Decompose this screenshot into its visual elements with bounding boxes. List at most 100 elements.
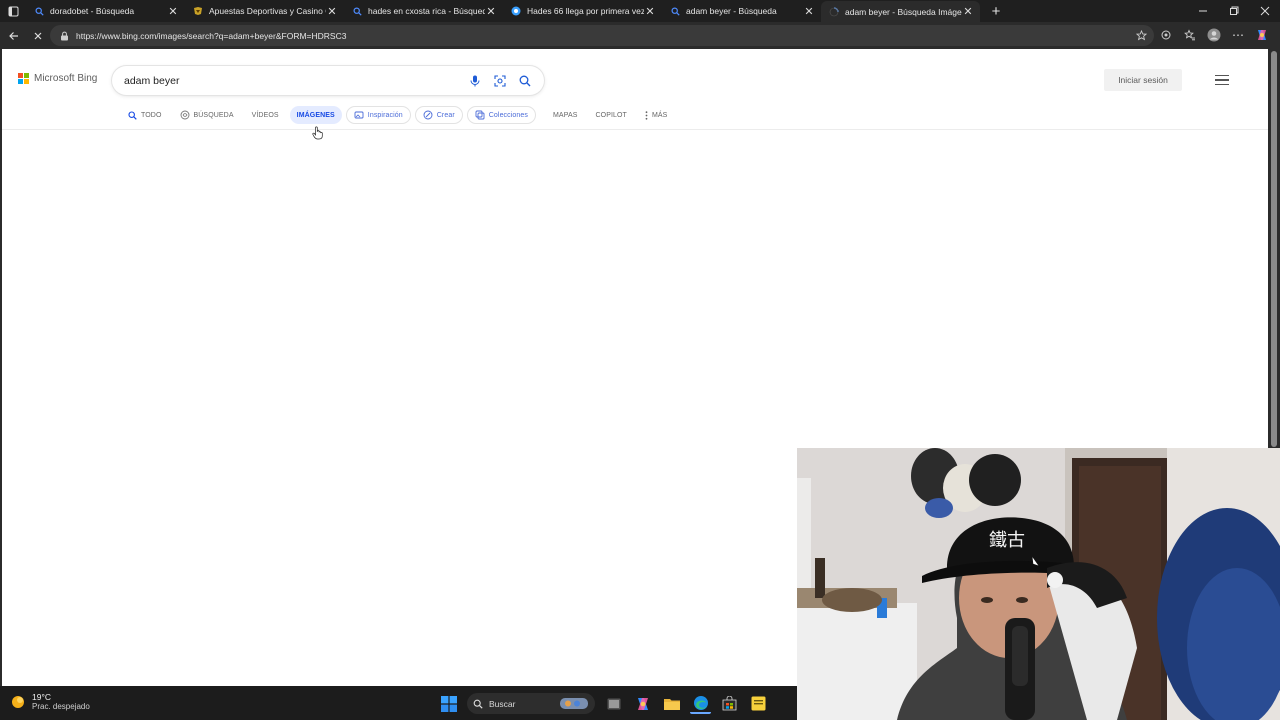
back-arrow-icon bbox=[9, 31, 18, 40]
tab-title: adam beyer - Búsqueda bbox=[686, 6, 777, 16]
microsoft-logo-icon bbox=[18, 73, 29, 84]
task-view-icon[interactable] bbox=[603, 693, 624, 714]
edge-browser-icon[interactable] bbox=[690, 693, 711, 714]
close-icon[interactable]: ✕ bbox=[803, 5, 815, 18]
scope-videos[interactable]: VÍDEOS bbox=[245, 106, 286, 124]
close-icon[interactable]: ✕ bbox=[485, 5, 497, 18]
browser-tab-active[interactable]: adam beyer - Búsqueda Imágene ✕ bbox=[821, 1, 980, 22]
tab-title: Hades 66 llega por primera vez a bbox=[527, 6, 644, 16]
close-window-icon[interactable] bbox=[1249, 0, 1280, 22]
sticky-notes-icon[interactable] bbox=[748, 693, 769, 714]
browser-tab[interactable]: Apuestas Deportivas y Casino Onl ✕ bbox=[185, 0, 344, 22]
scope-busqueda[interactable]: BÚSQUEDA bbox=[173, 106, 241, 124]
scope-label: Crear bbox=[436, 111, 455, 119]
restore-icon[interactable] bbox=[1218, 0, 1249, 22]
file-explorer-icon[interactable] bbox=[661, 693, 682, 714]
search-icon bbox=[127, 110, 137, 120]
close-icon[interactable]: ✕ bbox=[962, 6, 974, 18]
scope-label: BÚSQUEDA bbox=[193, 111, 234, 119]
new-tab-button[interactable]: + bbox=[986, 1, 1006, 21]
scope-copilot[interactable]: COPILOT bbox=[589, 106, 634, 124]
scrollbar-thumb[interactable] bbox=[1271, 51, 1277, 447]
hamburger-menu-icon[interactable] bbox=[1214, 73, 1230, 87]
back-button[interactable] bbox=[2, 25, 26, 47]
svg-text:鐵古: 鐵古 bbox=[989, 530, 1025, 551]
favorites-icon[interactable] bbox=[1180, 24, 1200, 46]
search-icon bbox=[670, 6, 680, 16]
tab-title: doradobet - Búsqueda bbox=[50, 6, 135, 16]
scope-todo[interactable]: TODO bbox=[120, 106, 169, 124]
tab-title: adam beyer - Búsqueda Imágene bbox=[845, 6, 962, 17]
search-icon[interactable] bbox=[514, 70, 536, 92]
lock-icon[interactable] bbox=[56, 28, 72, 44]
tab-strip: doradobet - Búsqueda ✕ Apuestas Deportiv… bbox=[0, 0, 1280, 22]
copilot-icon[interactable] bbox=[632, 693, 653, 714]
visual-search-icon[interactable] bbox=[489, 70, 511, 92]
scope-crear[interactable]: Crear bbox=[414, 106, 463, 124]
browser-toolbar: https://www.bing.com/images/search?q=ada… bbox=[0, 22, 1280, 49]
windows-taskbar: 19°C Prac. despejado Buscar bbox=[0, 686, 797, 720]
scope-imagenes[interactable]: IMÁGENES bbox=[289, 106, 342, 124]
search-icon bbox=[352, 6, 362, 16]
url-text[interactable]: https://www.bing.com/images/search?q=ada… bbox=[76, 31, 1132, 41]
close-icon[interactable]: ✕ bbox=[326, 5, 338, 18]
webcam-overlay: 鐵古 bbox=[797, 448, 1280, 720]
extensions-icon[interactable] bbox=[1156, 24, 1176, 46]
scope-label: Inspiración bbox=[367, 111, 403, 119]
site-icon bbox=[511, 6, 521, 16]
scope-label: VÍDEOS bbox=[251, 111, 279, 119]
windows-start-icon[interactable] bbox=[438, 693, 459, 714]
toolbar-actions: ⋯ bbox=[1156, 24, 1272, 46]
search-highlight-icon bbox=[560, 698, 588, 709]
site-icon bbox=[193, 6, 203, 16]
tab-actions-icon bbox=[8, 6, 18, 16]
taskbar-search-label: Buscar bbox=[489, 698, 516, 709]
logo-text: Microsoft Bing bbox=[34, 73, 98, 84]
window-controls bbox=[1187, 0, 1280, 22]
scope-label: Colecciones bbox=[488, 111, 528, 119]
close-icon[interactable]: ✕ bbox=[167, 5, 179, 18]
weather-widget[interactable]: 19°C Prac. despejado bbox=[10, 692, 90, 712]
bing-logo[interactable]: Microsoft Bing bbox=[18, 73, 97, 84]
taskbar-apps: Buscar bbox=[438, 693, 769, 714]
favorite-star-icon[interactable] bbox=[1132, 27, 1150, 45]
inspiration-icon bbox=[354, 110, 364, 120]
tab-title: hades en cxosta rica - Búsqueda bbox=[368, 6, 485, 16]
stop-loading-button[interactable] bbox=[26, 25, 50, 47]
microphone-icon[interactable] bbox=[464, 70, 486, 92]
taskbar-search[interactable]: Buscar bbox=[467, 693, 595, 714]
copilot-icon[interactable] bbox=[1252, 24, 1272, 46]
browser-tab[interactable]: doradobet - Búsqueda ✕ bbox=[26, 0, 185, 22]
search-input[interactable]: adam beyer bbox=[124, 75, 464, 87]
screen: doradobet - Búsqueda ✕ Apuestas Deportiv… bbox=[0, 0, 1280, 720]
scope-label: MÁS bbox=[651, 111, 668, 119]
browser-tab[interactable]: hades en cxosta rica - Búsqueda ✕ bbox=[344, 0, 503, 22]
scope-inspiracion[interactable]: Inspiración bbox=[345, 106, 411, 124]
more-options-icon[interactable]: ⋯ bbox=[1228, 24, 1248, 46]
scope-mas[interactable]: MÁS bbox=[638, 106, 674, 124]
search-box[interactable]: adam beyer bbox=[112, 66, 544, 95]
tab-title: Apuestas Deportivas y Casino Onl bbox=[209, 6, 326, 16]
profile-avatar-icon[interactable] bbox=[1204, 24, 1224, 46]
close-icon bbox=[34, 32, 42, 39]
sun-icon bbox=[12, 696, 24, 708]
scope-label: COPILOT bbox=[595, 111, 627, 119]
signin-button[interactable]: Iniciar sesión bbox=[1104, 69, 1182, 91]
browser-tab[interactable]: Hades 66 llega por primera vez a ✕ bbox=[503, 0, 662, 22]
address-bar[interactable]: https://www.bing.com/images/search?q=ada… bbox=[50, 25, 1154, 46]
store-icon[interactable] bbox=[719, 693, 740, 714]
weather-temp: 19°C bbox=[32, 692, 51, 702]
scope-label: IMÁGENES bbox=[296, 111, 335, 119]
search-icon bbox=[473, 699, 483, 709]
hand-cursor-icon bbox=[312, 126, 323, 140]
browser-tab[interactable]: adam beyer - Búsqueda ✕ bbox=[662, 0, 821, 22]
minimize-icon[interactable] bbox=[1187, 0, 1218, 22]
search-icon bbox=[34, 6, 44, 16]
scope-colecciones[interactable]: Colecciones bbox=[466, 106, 536, 124]
scope-divider bbox=[2, 129, 1268, 130]
webcam-image: 鐵古 bbox=[797, 448, 1280, 720]
close-icon[interactable]: ✕ bbox=[644, 5, 656, 18]
tab-actions-button[interactable] bbox=[0, 0, 26, 22]
scope-mapas[interactable]: MAPAS bbox=[546, 106, 585, 124]
scope-label: TODO bbox=[141, 111, 162, 119]
